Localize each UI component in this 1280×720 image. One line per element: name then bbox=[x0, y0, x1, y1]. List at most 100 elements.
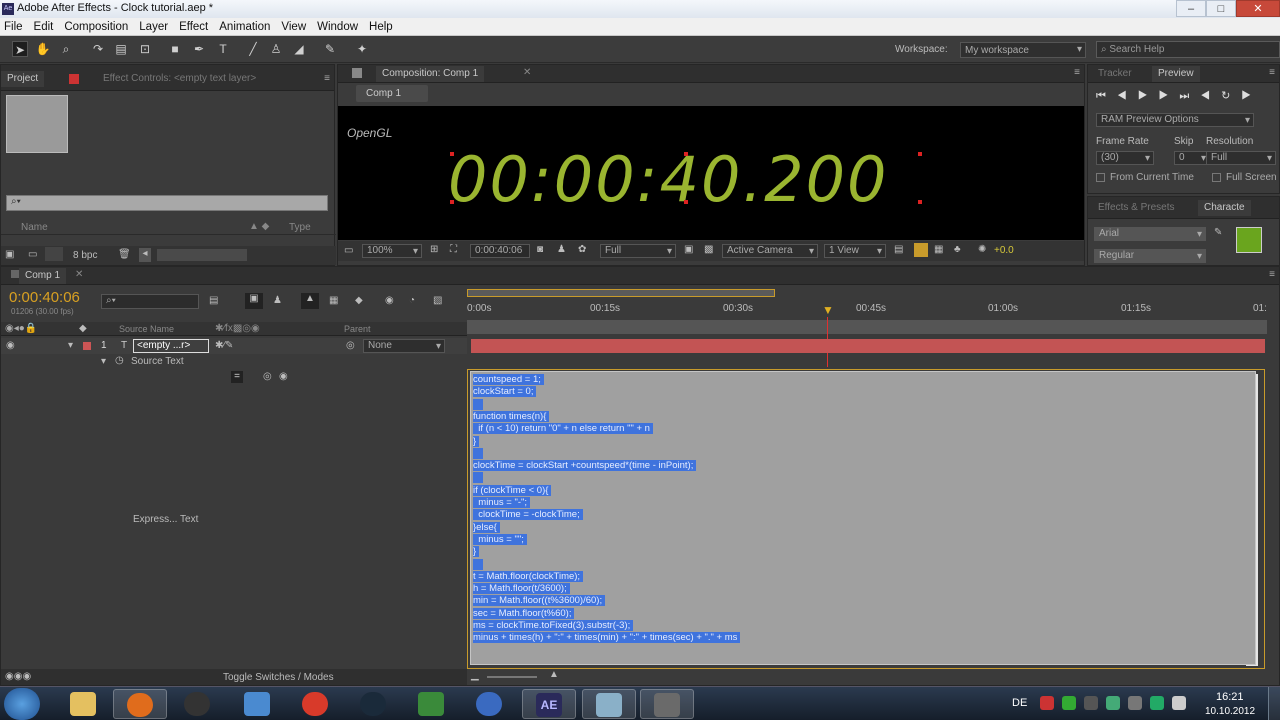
scroll-left-icon[interactable]: ◂ bbox=[139, 248, 151, 262]
label-color-icon[interactable] bbox=[83, 342, 91, 350]
menu-file[interactable]: File bbox=[4, 21, 23, 33]
tab-comp[interactable]: Comp 1 bbox=[19, 268, 67, 284]
region-of-interest-icon[interactable]: ▣ bbox=[684, 244, 693, 255]
bbox-handle[interactable] bbox=[450, 200, 454, 204]
close-tab-icon[interactable]: ✕ bbox=[523, 67, 531, 78]
layer-duration-bar[interactable] bbox=[471, 339, 1265, 353]
flowchart-icon[interactable]: ♣ bbox=[954, 244, 961, 255]
bbox-handle[interactable] bbox=[684, 200, 688, 204]
tray-app-icon[interactable] bbox=[1084, 696, 1098, 710]
timeline-icon[interactable]: ▦ bbox=[934, 244, 943, 255]
close-tab-icon[interactable]: ✕ bbox=[75, 269, 83, 280]
show-desktop-button[interactable] bbox=[1268, 687, 1280, 720]
loop-icon[interactable]: ↻ bbox=[1221, 90, 1241, 102]
current-time-field[interactable]: 0:00:40:06 bbox=[470, 244, 530, 258]
panel-menu-icon[interactable]: ≡ bbox=[324, 73, 330, 84]
column-type[interactable]: Type bbox=[289, 222, 311, 233]
property-expand-icon[interactable]: ▾ bbox=[101, 356, 106, 367]
lock-icon[interactable] bbox=[11, 270, 19, 278]
fill-color-swatch[interactable] bbox=[1236, 227, 1262, 253]
expression-line[interactable]: function times(n){ bbox=[473, 410, 550, 422]
type-tool-icon[interactable]: T bbox=[215, 41, 231, 57]
expression-line[interactable]: clockStart = 0; bbox=[473, 386, 537, 398]
auto-keyframe-icon[interactable]: ◉ bbox=[385, 295, 394, 306]
puppet-tool-icon[interactable]: ✦ bbox=[354, 41, 370, 57]
expression-line[interactable]: clockTime = -clockTime; bbox=[473, 509, 583, 521]
current-time-indicator-icon[interactable]: ▼ bbox=[822, 303, 834, 317]
breadcrumb[interactable]: Comp 1 bbox=[356, 85, 428, 102]
menu-window[interactable]: Window bbox=[317, 21, 358, 33]
clock-date[interactable]: 10.10.2012 bbox=[1205, 706, 1255, 717]
menu-edit[interactable]: Edit bbox=[34, 21, 54, 33]
expression-line[interactable]: sec = Math.floor(t%60); bbox=[473, 607, 575, 619]
layer-search-input[interactable]: ⌕▾ bbox=[101, 294, 199, 309]
eraser-tool-icon[interactable]: ◢ bbox=[291, 41, 307, 57]
rectangle-tool-icon[interactable]: ■ bbox=[167, 41, 183, 57]
menu-layer[interactable]: Layer bbox=[139, 21, 168, 33]
taskbar-remote[interactable] bbox=[230, 689, 284, 719]
column-name[interactable]: Name bbox=[21, 222, 48, 233]
bpc-label[interactable]: 8 bpc bbox=[73, 250, 97, 261]
workspace-select[interactable]: My workspace bbox=[960, 42, 1086, 58]
bbox-handle[interactable] bbox=[918, 152, 922, 156]
tab-tracker[interactable]: Tracker bbox=[1092, 66, 1138, 82]
next-frame-icon[interactable]: ▶ bbox=[1159, 90, 1180, 102]
menu-help[interactable]: Help bbox=[369, 21, 393, 33]
menu-composition[interactable]: Composition bbox=[64, 21, 128, 33]
bbox-handle[interactable] bbox=[450, 152, 454, 156]
menu-animation[interactable]: Animation bbox=[219, 21, 270, 33]
horizontal-scrollbar[interactable] bbox=[157, 249, 247, 261]
hide-shy-icon[interactable]: ♟ bbox=[273, 295, 282, 306]
camera-tool-icon[interactable]: ▤ bbox=[113, 41, 129, 57]
expression-line[interactable] bbox=[473, 398, 483, 410]
zoom-slider[interactable]: ▁ ▲ bbox=[471, 669, 571, 682]
prev-frame-icon[interactable]: ◀ bbox=[1117, 90, 1138, 102]
pickwhip-icon[interactable]: ◎ bbox=[346, 340, 355, 351]
live-update-icon[interactable]: ▧ bbox=[433, 295, 442, 306]
expression-line[interactable]: minus = "-"; bbox=[473, 497, 530, 508]
zoom-tool-icon[interactable]: ⌕ bbox=[58, 41, 74, 57]
font-family-select[interactable]: Arial bbox=[1094, 227, 1206, 241]
panel-menu-icon[interactable]: ≡ bbox=[1269, 67, 1275, 78]
network-icon[interactable] bbox=[1150, 696, 1164, 710]
tray-app-icon[interactable] bbox=[1106, 696, 1120, 710]
close-button[interactable]: ✕ bbox=[1236, 0, 1280, 17]
tab-project[interactable]: Project bbox=[1, 71, 45, 87]
expression-line[interactable]: }else{ bbox=[473, 521, 500, 533]
lock-icon[interactable] bbox=[352, 68, 362, 78]
taskbar-steam[interactable] bbox=[170, 689, 224, 719]
zoom-select[interactable]: 100% bbox=[362, 244, 422, 258]
expression-line[interactable]: if (clockTime < 0){ bbox=[473, 484, 552, 496]
motion-blur-icon[interactable]: ▦ bbox=[329, 295, 338, 306]
resolution-select[interactable]: Full bbox=[600, 244, 676, 258]
ram-preview-select[interactable]: RAM Preview Options bbox=[1096, 113, 1254, 127]
expression-editor[interactable]: countspeed = 1; clockStart = 0; function … bbox=[470, 371, 1256, 665]
expand-layer-pane-icon[interactable]: ◉◉◉ bbox=[5, 671, 31, 682]
taskbar-after-effects[interactable]: AE bbox=[522, 689, 576, 719]
column-source-name[interactable]: Source Name bbox=[119, 324, 174, 334]
pen-tool-icon[interactable]: ✒ bbox=[191, 41, 207, 57]
taskbar-spreadsheet[interactable] bbox=[404, 689, 458, 719]
clone-stamp-tool-icon[interactable]: ♙ bbox=[268, 41, 284, 57]
exposure-value[interactable]: +0.0 bbox=[994, 245, 1014, 256]
expression-line[interactable]: } bbox=[473, 435, 480, 447]
expression-enable-icon[interactable]: = bbox=[231, 371, 243, 383]
audio-icon[interactable]: ◀ bbox=[1200, 90, 1221, 102]
brush-tool-icon[interactable]: ╱ bbox=[245, 41, 261, 57]
grid-icon[interactable]: ⊞ bbox=[430, 244, 438, 255]
timeline-current-time[interactable]: 0:00:40:06 bbox=[9, 289, 80, 306]
taskbar-tool[interactable] bbox=[640, 689, 694, 719]
roto-brush-tool-icon[interactable]: ✎ bbox=[322, 41, 338, 57]
column-parent[interactable]: Parent bbox=[344, 324, 371, 334]
composition-viewer[interactable]: OpenGL 00:00:40.200 bbox=[338, 106, 1084, 240]
show-snapshot-icon[interactable]: ♟ bbox=[557, 244, 566, 255]
minimize-button[interactable]: – bbox=[1176, 0, 1206, 17]
expression-line[interactable]: countspeed = 1; bbox=[473, 374, 544, 385]
first-frame-icon[interactable]: ⏮ bbox=[1096, 90, 1117, 102]
zoom-in-icon[interactable]: ▲ bbox=[549, 669, 559, 680]
taskbar-firefox[interactable] bbox=[113, 689, 167, 719]
resolution-select[interactable]: Full bbox=[1206, 151, 1276, 165]
play-icon[interactable]: ▶ bbox=[1138, 90, 1159, 102]
frame-rate-select[interactable]: (30) bbox=[1096, 151, 1154, 165]
rotate-tool-icon[interactable]: ↷ bbox=[90, 41, 106, 57]
